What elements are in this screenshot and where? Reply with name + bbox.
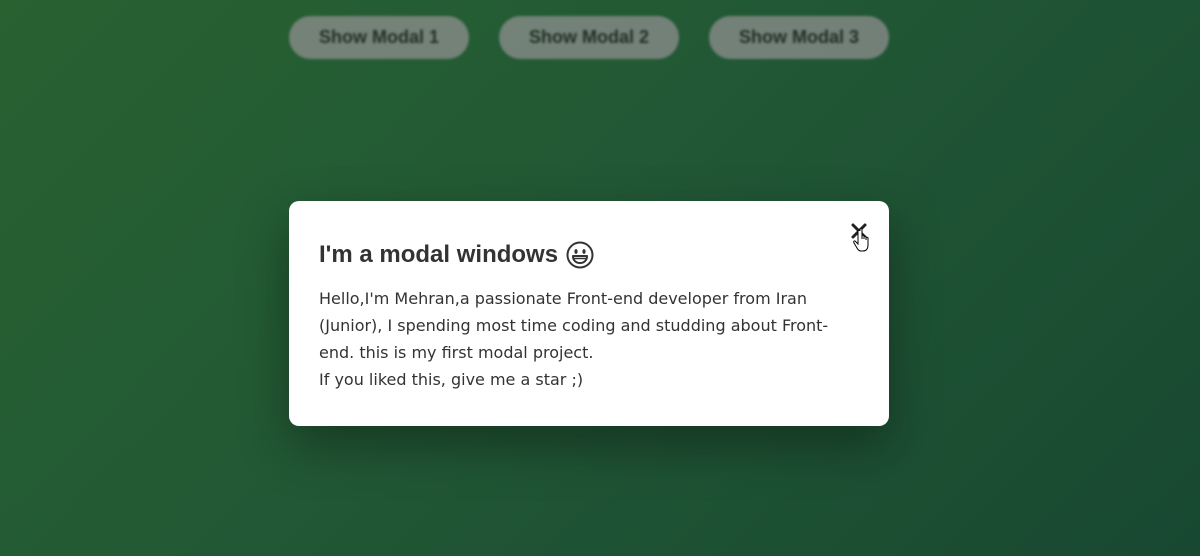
grinning-face-icon — [566, 241, 594, 269]
close-button[interactable] — [849, 221, 869, 241]
modal-body: Hello,I'm Mehran,a passionate Front-end … — [319, 285, 849, 393]
modal-paragraph-intro: Hello,I'm Mehran,a passionate Front-end … — [319, 289, 829, 362]
modal-paragraph-star: If you liked this, give me a star ;) — [319, 370, 584, 389]
modal-title: I'm a modal windows — [319, 241, 859, 269]
close-icon — [851, 223, 867, 239]
modal-window: I'm a modal windows Hello,I'm Mehran,a p… — [289, 201, 889, 426]
modal-title-text: I'm a modal windows — [319, 241, 559, 268]
button-row: Show Modal 1 Show Modal 2 Show Modal 3 — [289, 16, 889, 59]
show-modal-1-button[interactable]: Show Modal 1 — [289, 16, 469, 59]
show-modal-2-button[interactable]: Show Modal 2 — [499, 16, 679, 59]
show-modal-3-button[interactable]: Show Modal 3 — [709, 16, 889, 59]
